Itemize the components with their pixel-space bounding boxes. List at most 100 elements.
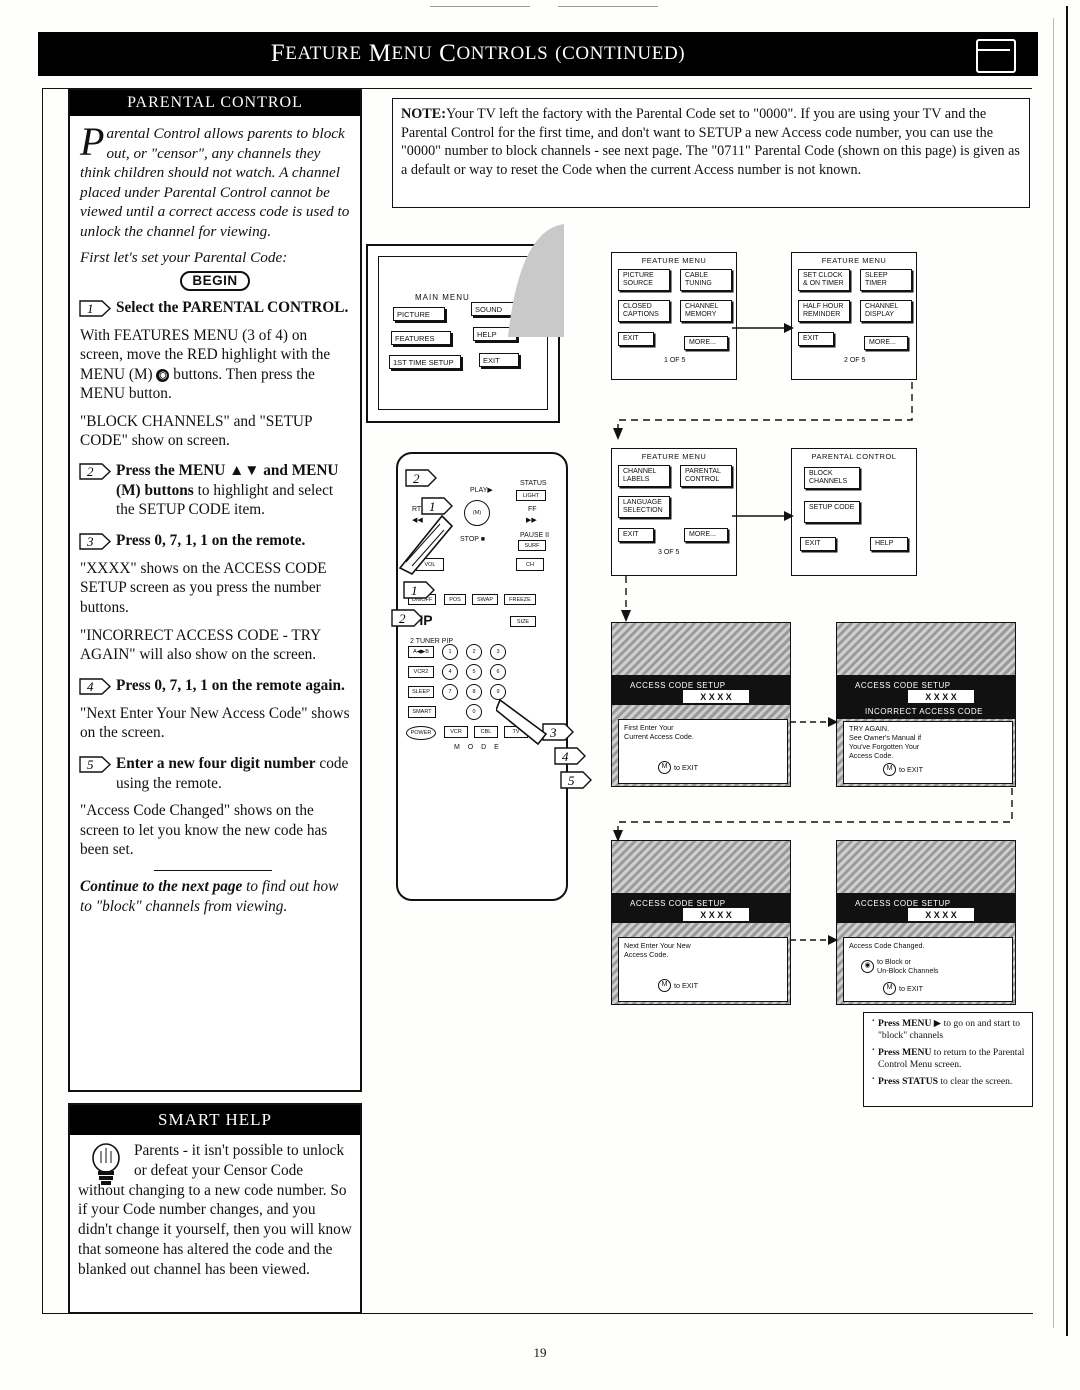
- menu-item-channel-memory[interactable]: CHANNEL MEMORY: [680, 300, 732, 322]
- menu-item-exit-1[interactable]: EXIT: [618, 332, 654, 346]
- remote-key-light[interactable]: LIGHT: [516, 490, 546, 501]
- access-exit-4[interactable]: Mto EXIT: [883, 982, 923, 995]
- menu-item-half-hour-reminder[interactable]: HALF HOUR REMINDER: [798, 300, 850, 322]
- step-5: 5 Enter a new four digit number code usi…: [79, 754, 350, 793]
- arrow-access1-to-access2: [790, 717, 838, 727]
- menu-item-block-channels[interactable]: BLOCK CHANNELS: [804, 467, 860, 489]
- remote-key-freeze[interactable]: FREEZE: [504, 594, 536, 605]
- menu-button-icon: ◉: [156, 368, 170, 382]
- access-exit-label-3: to EXIT: [674, 981, 698, 990]
- step-2-badge: 2: [78, 462, 112, 481]
- remote-key-size[interactable]: SIZE: [510, 616, 536, 627]
- remote-key-ch[interactable]: CH: [516, 558, 544, 571]
- remote-key-4[interactable]: 4: [442, 664, 458, 680]
- arrow-menu1-to-menu2: [732, 323, 794, 333]
- main-menu-label: MAIN MENU: [415, 293, 470, 302]
- remote-key-surf[interactable]: SURF: [518, 540, 546, 551]
- menu-item-more-2[interactable]: MORE...: [864, 336, 908, 350]
- menu-item-more-1[interactable]: MORE...: [684, 336, 728, 350]
- menu-item-channel-labels[interactable]: CHANNEL LABELS: [618, 465, 670, 487]
- access-extra-label-4: to Block or Un-Block Channels: [877, 957, 939, 975]
- para-incorrect: "INCORRECT ACCESS CODE - TRY AGAIN" will…: [80, 626, 321, 664]
- svg-text:3: 3: [86, 534, 94, 549]
- tip-3: Press STATUS to clear the screen.: [870, 1074, 1026, 1088]
- menu-item-parental-control[interactable]: PARENTAL CONTROL: [680, 465, 732, 487]
- access-extra-4: ◉ to Block or Un-Block Channels: [861, 957, 939, 975]
- page-edge-rule: [1066, 6, 1068, 1336]
- remote-key-6[interactable]: 6: [490, 664, 506, 680]
- remote-key-8[interactable]: 8: [466, 684, 482, 700]
- remote-key-7[interactable]: 7: [442, 684, 458, 700]
- page-title-text: F: [270, 40, 286, 67]
- hand-pointer-icon-keypad: [496, 698, 548, 746]
- remote-label-ff: FF: [528, 506, 537, 513]
- svg-text:1: 1: [411, 583, 418, 598]
- svg-text:5: 5: [568, 773, 575, 788]
- remote-key-3[interactable]: 3: [490, 644, 506, 660]
- remote-key-vcr2[interactable]: VCR2: [408, 666, 434, 678]
- menu-item-picture-source[interactable]: PICTURE SOURCE: [618, 269, 670, 291]
- remote-key-ab[interactable]: A◀▶B: [408, 646, 434, 658]
- menu-item-closed-captions[interactable]: CLOSED CAPTIONS: [618, 300, 670, 322]
- access-code-value-2: X X X X: [907, 689, 975, 704]
- begin-badge: BEGIN: [180, 270, 250, 291]
- step-4-text: Press 0, 7, 1, 1 on the remote again.: [116, 676, 350, 696]
- note-box: NOTE:Your TV left the factory with the P…: [392, 98, 1030, 208]
- main-menu-features[interactable]: FEATURES: [391, 331, 451, 345]
- menu-item-help-4[interactable]: HELP: [870, 537, 908, 551]
- menu-item-exit-2[interactable]: EXIT: [798, 332, 834, 346]
- access-exit-3[interactable]: Mto EXIT: [658, 979, 698, 992]
- remote-key-menu[interactable]: (M): [464, 500, 490, 526]
- menu-item-setup-code[interactable]: SETUP CODE: [804, 501, 860, 523]
- main-menu-exit[interactable]: EXIT: [479, 353, 519, 367]
- menu-item-set-clock[interactable]: SET CLOCK & ON TIMER: [798, 269, 850, 291]
- access-code-value-1: X X X X: [682, 689, 750, 704]
- step-1: 1 Select the PARENTAL CONTROL.: [79, 298, 350, 318]
- menu-item-sleep-timer[interactable]: SLEEP TIMER: [860, 269, 912, 291]
- access-text-2: TRY AGAIN. See Owner's Manual if You've …: [849, 724, 999, 760]
- step-3-text: Press 0, 7, 1, 1 on the remote.: [116, 531, 350, 551]
- access-text-4: Access Code Changed.: [849, 941, 999, 950]
- smart-help-body: Parents - it isn't possible to unlock or…: [70, 1137, 360, 1280]
- remote-key-1[interactable]: 1: [442, 644, 458, 660]
- arrow-menu2-to-menu3: [613, 382, 913, 440]
- callout-2-bottom: 2: [390, 608, 423, 628]
- step-5-head: Enter a new four digit number: [116, 755, 316, 772]
- menu-item-language-selection[interactable]: LANGUAGE SELECTION: [618, 496, 670, 518]
- access-exit-1[interactable]: Mto EXIT: [658, 761, 698, 774]
- remote-key-smart[interactable]: SMART: [408, 706, 436, 718]
- menu-item-more-3[interactable]: MORE...: [684, 528, 728, 542]
- menu-circle-icon-3: M: [658, 979, 671, 992]
- step-5-text: Enter a new four digit number code using…: [116, 754, 350, 793]
- step-1-text: Select the PARENTAL CONTROL.: [116, 298, 350, 318]
- main-menu-1st-time-setup[interactable]: 1ST TIME SETUP: [389, 355, 461, 369]
- access-text-1-value: First Enter Your Current Access Code.: [624, 723, 694, 741]
- smart-help-header: SMART HELP: [70, 1105, 360, 1135]
- remote-key-5[interactable]: 5: [466, 664, 482, 680]
- remote-key-sleep[interactable]: SLEEP: [408, 686, 434, 698]
- access-code-screen-3: ACCESS CODE SETUP X X X X Next Enter You…: [611, 840, 791, 1005]
- feature-menu-1-title: FEATURE MENU: [641, 256, 707, 265]
- access-exit-2[interactable]: Mto EXIT: [883, 763, 923, 776]
- access-code-value-3: X X X X: [682, 907, 750, 922]
- page-title-text-4: ENU: [391, 43, 433, 64]
- remote-key-swap[interactable]: SWAP: [472, 594, 498, 605]
- menu-item-exit-4[interactable]: EXIT: [800, 537, 836, 551]
- menu-item-cable-tuning[interactable]: CABLE TUNING: [680, 269, 732, 291]
- menu-item-channel-display[interactable]: CHANNEL DISPLAY: [860, 300, 912, 322]
- remote-key-pos[interactable]: POS: [444, 594, 466, 605]
- menu-circle-icon-2: M: [883, 763, 896, 776]
- remote-key-vcr[interactable]: VCR: [444, 726, 468, 738]
- parental-control-body: Parental Control allows parents to block…: [70, 118, 360, 916]
- menu-item-exit-3[interactable]: EXIT: [618, 528, 654, 542]
- remote-key-cbl[interactable]: CBL: [474, 726, 498, 738]
- remote-key-power[interactable]: POWER: [406, 726, 436, 740]
- remote-key-2[interactable]: 2: [466, 644, 482, 660]
- decorative-shadow: [508, 224, 564, 337]
- remote-key-0[interactable]: 0: [466, 704, 482, 720]
- para-block-channels: "BLOCK CHANNELS" and "SETUP CODE" show o…: [80, 412, 312, 450]
- callout-2-top: 2: [404, 468, 437, 488]
- access-text-3-value: Next Enter Your New Access Code.: [624, 941, 691, 959]
- main-menu-picture[interactable]: PICTURE: [393, 307, 445, 321]
- step-4-badge: 4: [78, 677, 112, 696]
